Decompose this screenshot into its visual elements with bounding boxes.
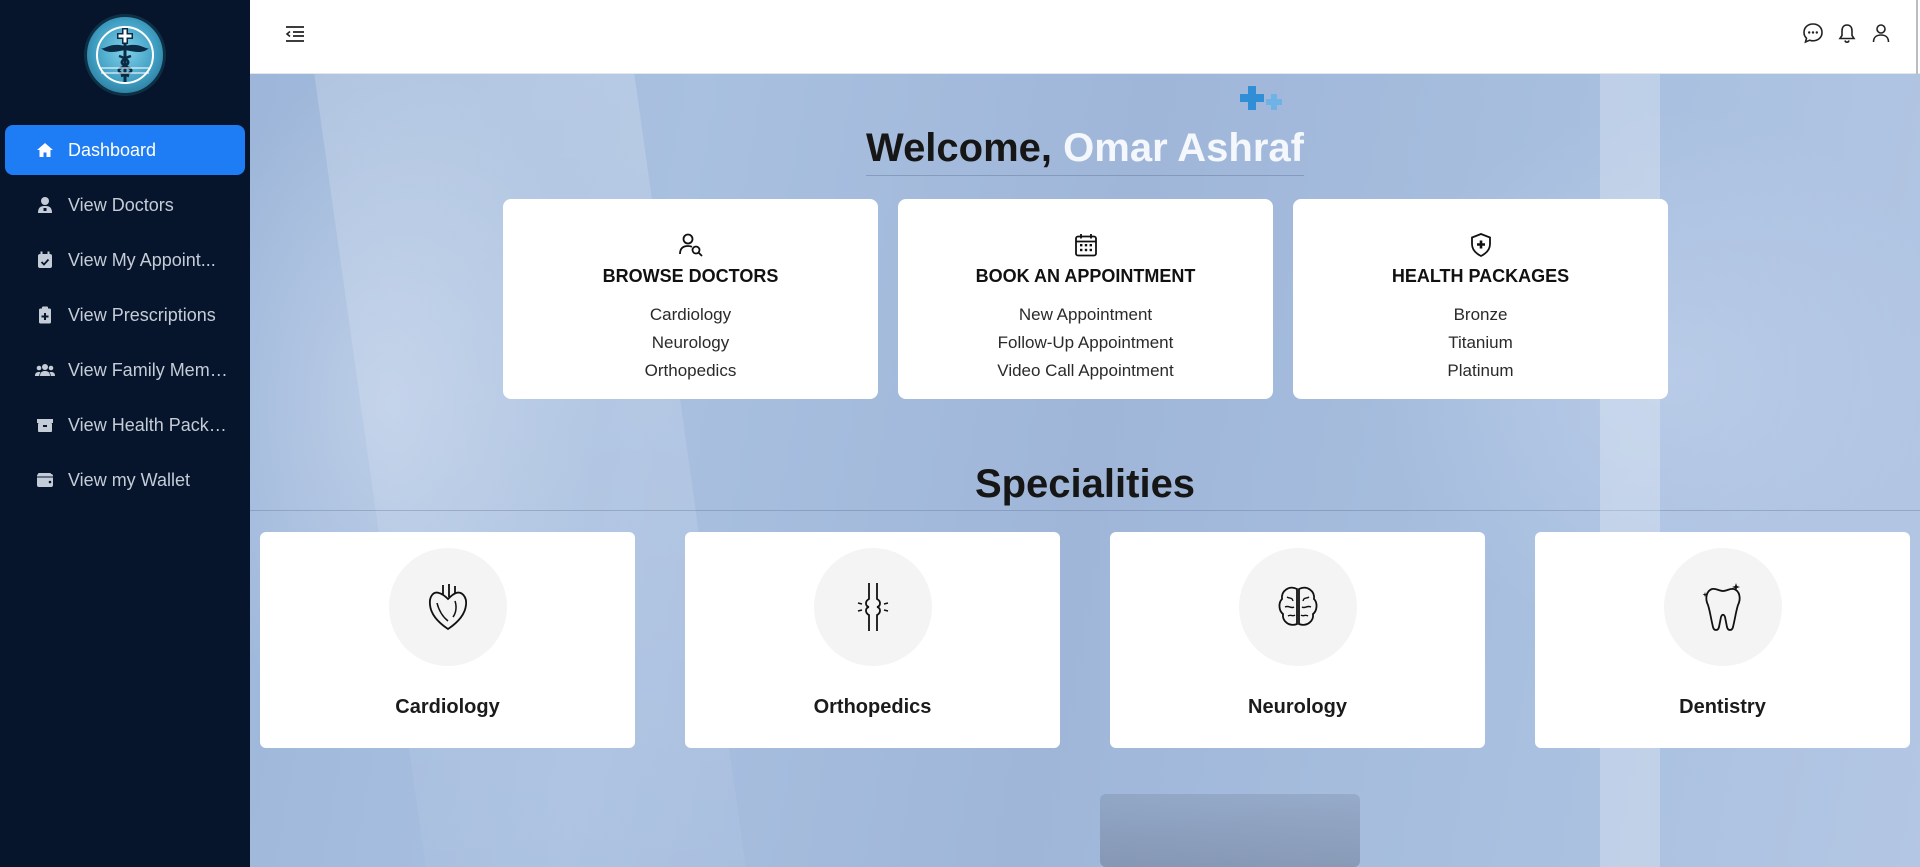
brain-icon bbox=[1238, 548, 1357, 666]
browse-orthopedics-link[interactable]: Orthopedics bbox=[503, 357, 878, 385]
new-appointment-link[interactable]: New Appointment bbox=[898, 301, 1273, 329]
browse-neurology-link[interactable]: Neurology bbox=[503, 329, 878, 357]
speciality-name: Neurology bbox=[1248, 696, 1347, 718]
sidebar-item-dashboard[interactable]: Dashboard bbox=[5, 125, 245, 175]
bell-icon[interactable] bbox=[1836, 22, 1858, 44]
header-actions bbox=[1802, 22, 1892, 44]
specialities-list: Cardiology Orthopedics Neurology Dentist… bbox=[260, 532, 1910, 748]
card-title: HEALTH PACKAGES bbox=[1391, 266, 1570, 286]
specialities-heading: Specialities bbox=[974, 462, 1196, 506]
book-appointment-card: BOOK AN APPOINTMENT New Appointment Foll… bbox=[898, 199, 1273, 399]
calendar-check-icon bbox=[35, 250, 55, 270]
box-icon bbox=[35, 415, 55, 435]
medical-cross-icon bbox=[1240, 84, 1286, 114]
package-titanium-link[interactable]: Titanium bbox=[1293, 329, 1668, 357]
home-icon bbox=[35, 140, 55, 160]
calendar-icon bbox=[1073, 232, 1099, 258]
sidebar-item-view-family-members[interactable]: View Family Memb... bbox=[5, 345, 245, 395]
sidebar-item-view-prescriptions[interactable]: View Prescriptions bbox=[5, 290, 245, 340]
speciality-name: Dentistry bbox=[1679, 696, 1766, 718]
dashboard-hero: Welcome, Omar Ashraf BROWSE DOCTORS Card… bbox=[250, 74, 1920, 867]
sidebar-item-view-appointments[interactable]: View My Appoint... bbox=[5, 235, 245, 285]
sidebar-item-view-wallet[interactable]: View my Wallet bbox=[5, 455, 245, 505]
sidebar-nav: Dashboard View Doctors View My Appoint..… bbox=[0, 125, 250, 510]
card-title: BROWSE DOCTORS bbox=[602, 266, 779, 286]
welcome-prefix: Welcome, bbox=[866, 126, 1064, 170]
sidebar-item-view-health-packages[interactable]: View Health Packa... bbox=[5, 400, 245, 450]
card-title: BOOK AN APPOINTMENT bbox=[975, 266, 1196, 286]
doctor-icon bbox=[35, 195, 55, 215]
shield-plus-icon bbox=[1468, 232, 1494, 258]
quick-actions: BROWSE DOCTORS Cardiology Neurology Orth… bbox=[503, 199, 1668, 399]
sidebar-item-label: View Health Packa... bbox=[68, 414, 228, 435]
sidebar-item-label: Dashboard bbox=[68, 139, 157, 160]
tooth-icon bbox=[1663, 548, 1782, 666]
menu-toggle-icon[interactable] bbox=[284, 24, 306, 44]
sidebar-item-label: View Doctors bbox=[68, 194, 174, 215]
follow-up-appointment-link[interactable]: Follow-Up Appointment bbox=[898, 329, 1273, 357]
bone-joint-icon bbox=[813, 548, 932, 666]
health-packages-card: HEALTH PACKAGES Bronze Titanium Platinum bbox=[1293, 199, 1668, 399]
chat-icon[interactable] bbox=[1802, 22, 1824, 44]
wallet-icon bbox=[35, 470, 55, 490]
package-platinum-link[interactable]: Platinum bbox=[1293, 357, 1668, 385]
users-icon bbox=[35, 360, 55, 380]
user-icon[interactable] bbox=[1870, 22, 1892, 44]
browse-doctors-card: BROWSE DOCTORS Cardiology Neurology Orth… bbox=[503, 199, 878, 399]
speciality-card-cardiology[interactable]: Cardiology bbox=[260, 532, 635, 748]
top-bar bbox=[250, 0, 1920, 494]
user-search-icon bbox=[678, 232, 704, 258]
sidebar-item-label: View Prescriptions bbox=[68, 304, 216, 325]
sidebar-item-label: View My Appoint... bbox=[68, 249, 216, 270]
speciality-card-orthopedics[interactable]: Orthopedics bbox=[685, 532, 1060, 748]
speciality-name: Orthopedics bbox=[813, 696, 932, 718]
browse-cardiology-link[interactable]: Cardiology bbox=[503, 301, 878, 329]
user-name: Omar Ashraf bbox=[1063, 126, 1304, 170]
speciality-card-dentistry[interactable]: Dentistry bbox=[1535, 532, 1910, 748]
heart-icon bbox=[388, 548, 507, 666]
welcome-heading: Welcome, Omar Ashraf bbox=[250, 126, 1920, 176]
caduceus-logo-icon[interactable] bbox=[84, 14, 166, 96]
sidebar-item-label: View Family Memb... bbox=[68, 359, 228, 380]
video-call-appointment-link[interactable]: Video Call Appointment bbox=[898, 357, 1273, 385]
sidebar: Dashboard View Doctors View My Appoint..… bbox=[0, 0, 250, 867]
sidebar-item-label: View my Wallet bbox=[68, 469, 191, 490]
divider bbox=[250, 510, 1920, 511]
background-decoration bbox=[1100, 794, 1360, 867]
clipboard-icon bbox=[35, 305, 55, 325]
speciality-name: Cardiology bbox=[395, 696, 500, 718]
package-bronze-link[interactable]: Bronze bbox=[1293, 301, 1668, 329]
sidebar-item-view-doctors[interactable]: View Doctors bbox=[5, 180, 245, 230]
speciality-card-neurology[interactable]: Neurology bbox=[1110, 532, 1485, 748]
